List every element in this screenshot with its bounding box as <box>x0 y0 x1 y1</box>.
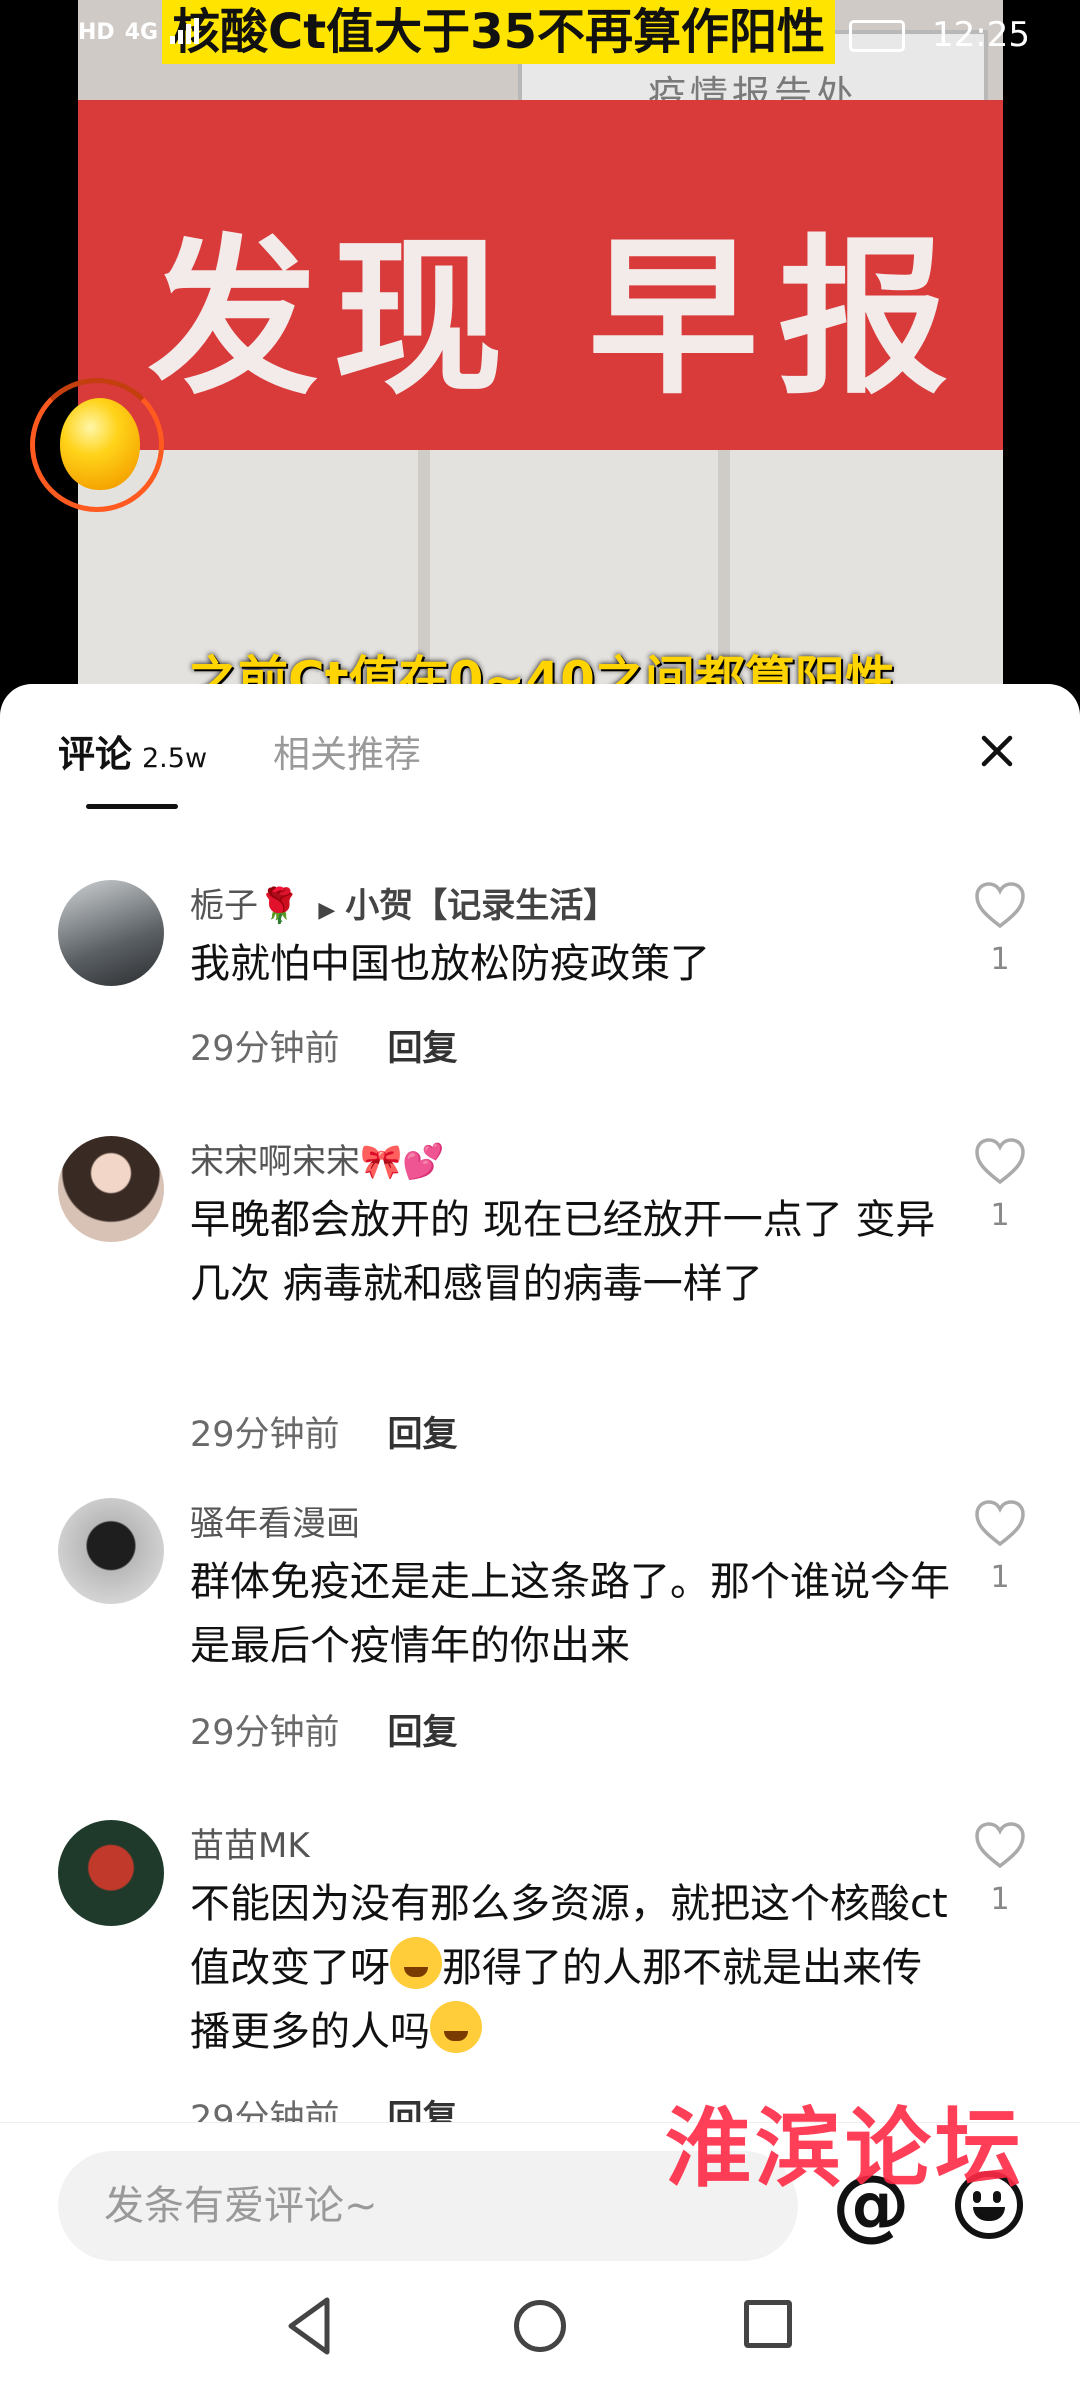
status-bar: HD 4G 12:25 <box>0 0 1080 70</box>
avatar[interactable] <box>58 1498 164 1604</box>
banner-char: 早 <box>588 218 759 418</box>
heart-icon <box>975 882 1025 929</box>
like-button[interactable]: 1 <box>972 1498 1028 1595</box>
avatar[interactable] <box>58 880 164 986</box>
reply-to-user[interactable]: 小贺【记录生活】 <box>345 886 617 926</box>
heart-icon <box>975 1822 1025 1869</box>
heart-icon <box>975 1500 1025 1547</box>
avatar[interactable] <box>58 1820 164 1926</box>
crying-laugh-emoji-icon <box>390 1937 442 1989</box>
video-red-banner: 发 现 早 报 <box>78 100 1003 450</box>
comment-author[interactable]: 骚年看漫画 <box>190 1496 360 1545</box>
comment-meta: 29分钟前 回复 <box>190 1020 458 1071</box>
network-type: 4G <box>124 19 159 45</box>
comment-author[interactable]: 苗苗MK <box>190 1818 310 1867</box>
like-button[interactable]: 1 <box>972 880 1028 977</box>
home-icon[interactable] <box>514 2300 566 2352</box>
reply-button[interactable]: 回复 <box>388 1415 458 1455</box>
comment-text: 群体免疫还是走上这条路了。那个谁说今年是最后个疫情年的你出来 <box>190 1559 950 1669</box>
heart-icon <box>975 1138 1025 1185</box>
comment-meta: 29分钟前 回复 <box>190 1704 458 1755</box>
comment-time: 29分钟前 <box>190 1415 340 1455</box>
close-button[interactable] <box>972 726 1022 776</box>
crying-laugh-emoji-icon <box>430 2001 482 2053</box>
comments-count: 2.5w <box>142 743 208 774</box>
hd-badge: HD <box>78 19 115 45</box>
tab-indicator <box>86 804 178 809</box>
tab-comments[interactable]: 评论 <box>58 724 132 778</box>
reply-button[interactable]: 回复 <box>388 1713 458 1753</box>
golden-egg-icon[interactable] <box>60 398 140 490</box>
comment-time: 29分钟前 <box>190 1029 340 1069</box>
like-count: 1 <box>990 1560 1010 1595</box>
recent-apps-icon[interactable] <box>744 2300 792 2348</box>
comment-text: 早晚都会放开的 现在已经放开一点了 变异几次 病毒就和感冒的病毒一样了 <box>190 1197 936 1307</box>
comment-time: 29分钟前 <box>190 1713 340 1753</box>
avatar[interactable] <box>58 1136 164 1242</box>
comment-tabs: 评论 2.5w 相关推荐 <box>58 724 421 778</box>
like-count: 1 <box>990 1882 1010 1917</box>
banner-char: 发 <box>148 218 319 418</box>
reply-arrow-icon: ▶ <box>318 898 336 923</box>
status-left: HD 4G <box>78 18 202 46</box>
watermark-logo: 淮滨论坛 <box>665 2098 1025 2199</box>
like-button[interactable]: 1 <box>972 1820 1028 1917</box>
like-button[interactable]: 1 <box>972 1136 1028 1233</box>
tab-related[interactable]: 相关推荐 <box>273 724 421 778</box>
clock: 12:25 <box>932 15 1030 55</box>
system-navigation-bar <box>0 2262 1080 2400</box>
banner-char: 报 <box>778 218 949 418</box>
comment-author[interactable]: 栀子🌹 <box>190 886 300 926</box>
like-count: 1 <box>990 1198 1010 1233</box>
comment-author[interactable]: 宋宋啊宋宋🎀💕 <box>190 1134 445 1183</box>
reply-button[interactable]: 回复 <box>388 1029 458 1069</box>
comment-text: 我就怕中国也放松防疫政策了 <box>190 941 710 987</box>
back-icon[interactable] <box>283 2294 335 2358</box>
signal-icon <box>170 18 200 44</box>
comment-meta: 29分钟前 回复 <box>190 1406 458 1457</box>
close-icon <box>981 735 1013 767</box>
video-player[interactable]: 疫情报告处 发 现 早 报 核酸Ct值大于35不再算作阳性 之前Ct值在0~40… <box>78 0 1003 700</box>
banner-char: 现 <box>333 218 504 418</box>
like-count: 1 <box>990 942 1010 977</box>
comment-text: 不能因为没有那么多资源，就把这个核酸ct值改变了呀 那得了的人那不就是出来传播更多… <box>190 1872 950 2064</box>
battery-icon <box>849 20 905 52</box>
comment-author-line: 栀子🌹 ▶ 小贺【记录生活】 <box>190 878 617 927</box>
